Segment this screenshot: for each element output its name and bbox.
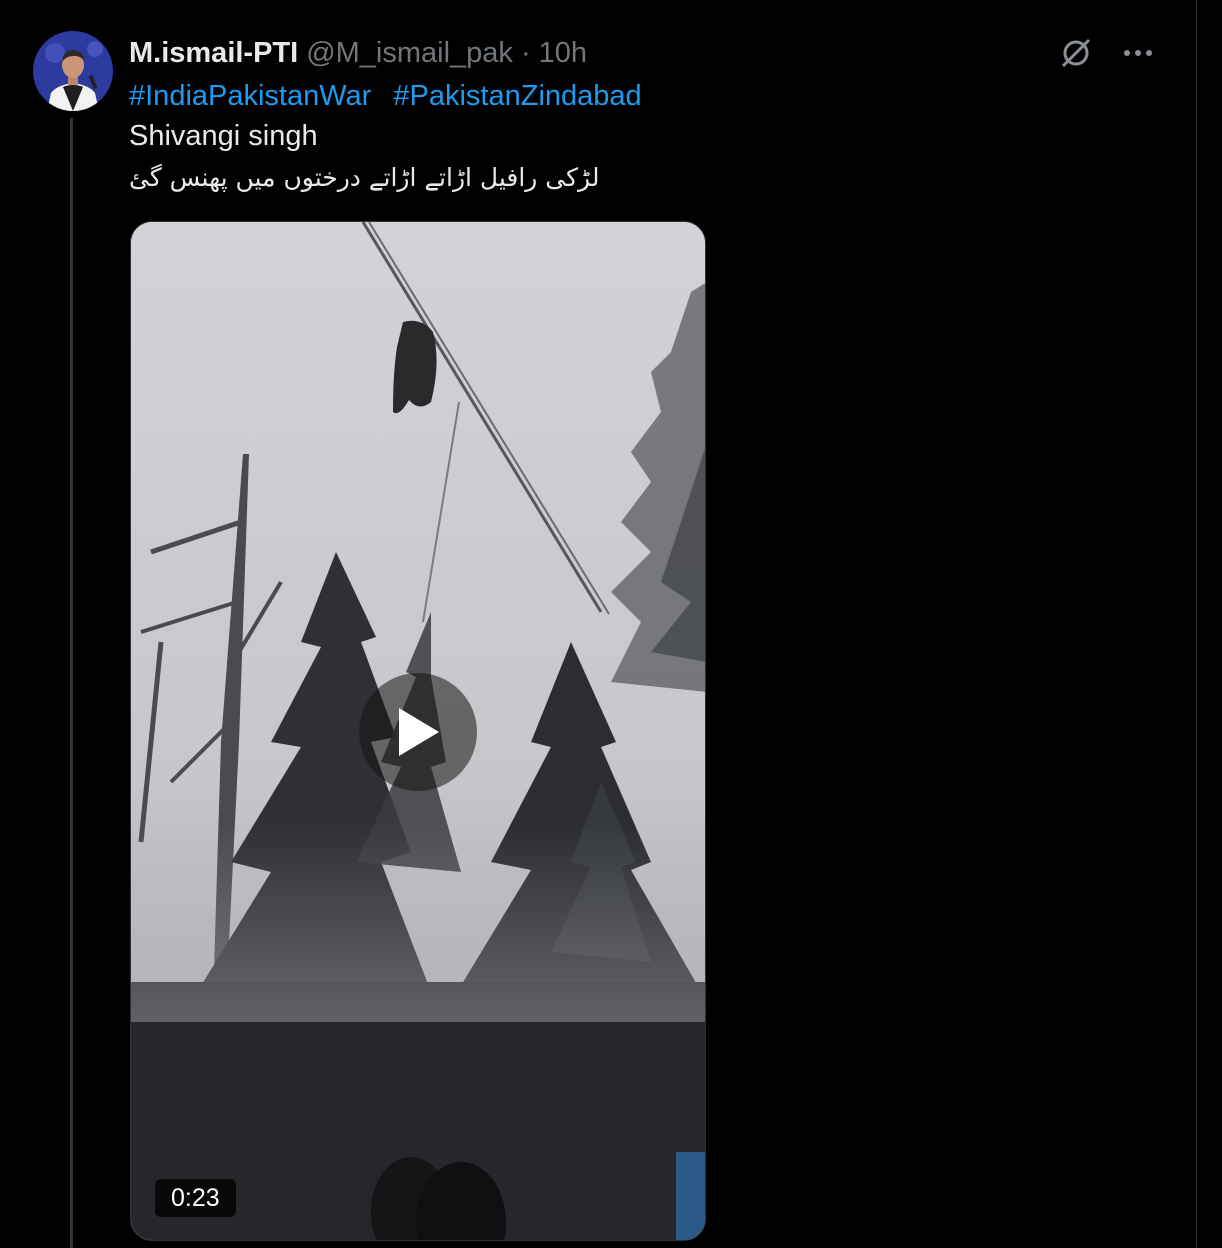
tweet-frame: M.ismail-PTI @M_ismail_pak · 10h #IndiaP… — [0, 0, 1197, 1248]
avatar-image — [33, 31, 113, 111]
tweet-header: M.ismail-PTI @M_ismail_pak · 10h — [129, 33, 587, 73]
author-name[interactable]: M.ismail-PTI — [129, 37, 298, 70]
hashtag-link[interactable]: #PakistanZindabad — [393, 80, 641, 112]
tweet-text-line: Shivangi singh — [129, 120, 318, 152]
hashtag-link[interactable]: #IndiaPakistanWar — [129, 80, 371, 112]
tweet-hashtags: #IndiaPakistanWar #PakistanZindabad — [129, 76, 642, 116]
video-player[interactable]: 0:23 — [130, 221, 706, 1241]
grok-icon[interactable] — [1056, 33, 1096, 73]
author-avatar[interactable] — [33, 31, 113, 111]
author-handle[interactable]: @M_ismail_pak — [306, 37, 513, 70]
play-button[interactable] — [359, 673, 477, 791]
tweet-actions — [1056, 33, 1158, 73]
tweet-text-urdu: لڑکی رافیل اڑاتے اڑاتے درختوں میں پھنس گ… — [129, 163, 600, 192]
play-icon — [399, 708, 439, 756]
more-icon[interactable] — [1118, 33, 1158, 73]
tweet-timestamp[interactable]: 10h — [539, 37, 587, 70]
header-separator: · — [520, 36, 531, 69]
video-duration: 0:23 — [155, 1179, 236, 1217]
thread-connector-line — [70, 118, 73, 1248]
